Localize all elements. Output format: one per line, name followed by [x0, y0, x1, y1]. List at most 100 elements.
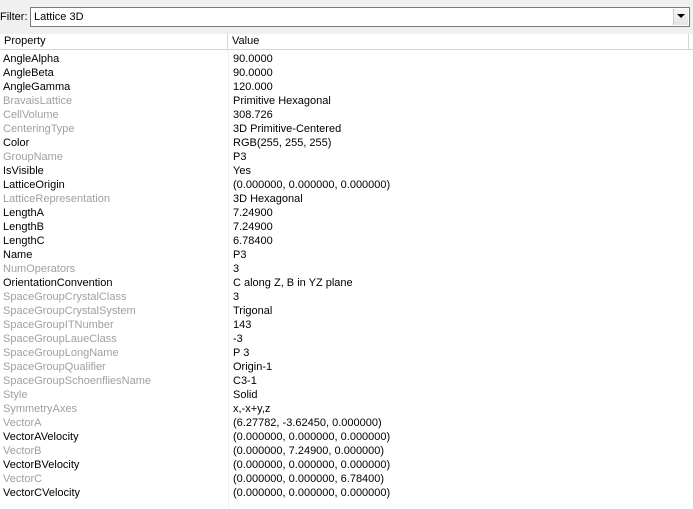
property-name: Color — [3, 137, 30, 149]
property-name: LatticeOrigin — [3, 179, 65, 191]
property-row[interactable]: SpaceGroupCrystalSystem Trigonal — [0, 304, 693, 318]
property-value: Primitive Hexagonal — [233, 95, 331, 107]
property-row[interactable]: CellVolume 308.726 — [0, 108, 693, 122]
property-row[interactable]: VectorB (0.000000, 7.24900, 0.000000) — [0, 444, 693, 458]
property-name: VectorAVelocity — [3, 431, 79, 443]
property-row[interactable]: GroupName P3 — [0, 150, 693, 164]
property-row[interactable]: AngleGamma 120.000 — [0, 80, 693, 94]
property-value: (6.27782, -3.62450, 0.000000) — [233, 417, 382, 429]
property-row[interactable]: SpaceGroupLongName P 3 — [0, 346, 693, 360]
property-row[interactable]: VectorAVelocity (0.000000, 0.000000, 0.00… — [0, 430, 693, 444]
property-row[interactable]: AngleBeta 90.0000 — [0, 66, 693, 80]
property-name: Style — [3, 389, 28, 401]
property-value: 3 — [233, 291, 240, 303]
property-name: IsVisible — [3, 165, 44, 177]
property-name: Name — [3, 249, 33, 261]
property-value: P3 — [233, 151, 247, 163]
property-value[interactable]: 7.24900 — [233, 220, 688, 234]
column-header-property[interactable]: Property — [0, 34, 228, 49]
property-row[interactable]: SpaceGroupITNumber 143 — [0, 318, 693, 332]
property-row[interactable]: SpaceGroupSchoenfliesName C3-1 — [0, 374, 693, 388]
property-row[interactable]: LengthC 6.78400 — [0, 234, 693, 248]
property-name: SpaceGroupCrystalClass — [3, 291, 127, 303]
property-grid: Property Value AngleAlpha 90.0000 AngleBet… — [0, 34, 693, 509]
property-value: (0.000000, 0.000000, 6.78400) — [233, 473, 385, 485]
property-row[interactable]: LatticeRepresentation 3D Hexagonal — [0, 192, 693, 206]
property-value[interactable]: Yes — [233, 164, 688, 178]
property-name: CenteringType — [3, 123, 75, 135]
property-name: SymmetryAxes — [3, 403, 77, 415]
property-row[interactable]: BravaisLattice Primitive Hexagonal — [0, 94, 693, 108]
property-name: AngleGamma — [3, 81, 71, 93]
property-row[interactable]: VectorC (0.000000, 0.000000, 6.78400) — [0, 472, 693, 486]
property-row[interactable]: Color RGB(255, 255, 255) — [0, 136, 693, 150]
property-value[interactable]: 90.0000 — [233, 66, 688, 80]
property-value[interactable]: RGB(255, 255, 255) — [233, 136, 688, 150]
property-name: NumOperators — [3, 263, 76, 275]
property-row[interactable]: SpaceGroupCrystalClass 3 — [0, 290, 693, 304]
property-row[interactable]: SpaceGroupQualifier Origin-1 — [0, 360, 693, 374]
property-name: SpaceGroupLaueClass — [3, 333, 117, 345]
property-row[interactable]: SpaceGroupLaueClass -3 — [0, 332, 693, 346]
property-value: 3D Hexagonal — [233, 193, 303, 205]
property-value: (0.000000, 7.24900, 0.000000) — [233, 445, 385, 457]
property-name: LatticeRepresentation — [3, 193, 111, 205]
property-name: VectorA — [3, 417, 42, 429]
property-name: VectorC — [3, 473, 43, 485]
property-rows: AngleAlpha 90.0000 AngleBeta 90.0000 AngleGa… — [0, 52, 693, 500]
property-row[interactable]: VectorA (6.27782, -3.62450, 0.000000) — [0, 416, 693, 430]
property-row[interactable]: LatticeOrigin (0.000000, 0.000000, 0.0000… — [0, 178, 693, 192]
property-value: 143 — [233, 319, 252, 331]
property-row[interactable]: AngleAlpha 90.0000 — [0, 52, 693, 66]
property-row[interactable]: IsVisible Yes — [0, 164, 693, 178]
property-name: AngleAlpha — [3, 53, 60, 65]
property-row[interactable]: NumOperators 3 — [0, 262, 693, 276]
property-row[interactable]: Style Solid — [0, 388, 693, 402]
property-name: LengthC — [3, 235, 45, 247]
filter-bar: Filter: Lattice 3D — [0, 0, 693, 34]
property-row[interactable]: LengthA 7.24900 — [0, 206, 693, 220]
property-row[interactable]: SymmetryAxes x,-x+y,z — [0, 402, 693, 416]
filter-label: Filter: — [0, 11, 28, 23]
property-value: Solid — [233, 389, 258, 401]
property-value: P 3 — [233, 347, 250, 359]
property-value: x,-x+y,z — [233, 403, 271, 415]
property-row[interactable]: CenteringType 3D Primitive-Centered — [0, 122, 693, 136]
property-value[interactable]: (0.000000, 0.000000, 0.000000) — [233, 430, 688, 444]
property-name: LengthB — [3, 221, 44, 233]
dropdown-button[interactable] — [673, 9, 688, 25]
property-value: -3 — [233, 333, 243, 345]
property-name: SpaceGroupSchoenfliesName — [3, 375, 151, 387]
property-value[interactable]: 120.000 — [233, 80, 688, 94]
property-value[interactable]: C along Z, B in YZ plane — [233, 276, 688, 290]
property-value[interactable]: 90.0000 — [233, 52, 688, 66]
column-header-value[interactable]: Value — [228, 34, 689, 49]
property-name: SpaceGroupQualifier — [3, 361, 106, 373]
property-name: GroupName — [3, 151, 63, 163]
property-name: OrientationConvention — [3, 277, 113, 289]
property-value: 3 — [233, 263, 240, 275]
property-value[interactable]: 6.78400 — [233, 234, 688, 248]
property-row[interactable]: VectorBVelocity (0.000000, 0.000000, 0.00… — [0, 458, 693, 472]
property-name: SpaceGroupITNumber — [3, 319, 114, 331]
filter-dropdown-value: Lattice 3D — [34, 11, 84, 23]
property-value[interactable]: (0.000000, 0.000000, 0.000000) — [233, 458, 688, 472]
property-name: VectorB — [3, 445, 42, 457]
filter-dropdown[interactable]: Lattice 3D — [30, 7, 690, 27]
property-name: SpaceGroupCrystalSystem — [3, 305, 136, 317]
property-value: Trigonal — [233, 305, 273, 317]
property-row[interactable]: OrientationConvention C along Z, B in YZ … — [0, 276, 693, 290]
property-row[interactable]: LengthB 7.24900 — [0, 220, 693, 234]
property-row[interactable]: VectorCVelocity (0.000000, 0.000000, 0.00… — [0, 486, 693, 500]
property-value[interactable]: (0.000000, 0.000000, 0.000000) — [233, 178, 688, 192]
property-value: C3-1 — [233, 375, 257, 387]
property-row[interactable]: Name P3 — [0, 248, 693, 262]
property-value: Origin-1 — [233, 361, 273, 373]
property-value: 308.726 — [233, 109, 273, 121]
property-value[interactable]: P3 — [233, 248, 688, 262]
property-name: VectorBVelocity — [3, 459, 80, 471]
property-name: LengthA — [3, 207, 44, 219]
property-value[interactable]: 7.24900 — [233, 206, 688, 220]
property-value[interactable]: (0.000000, 0.000000, 0.000000) — [233, 486, 688, 500]
chevron-down-icon — [677, 14, 685, 18]
